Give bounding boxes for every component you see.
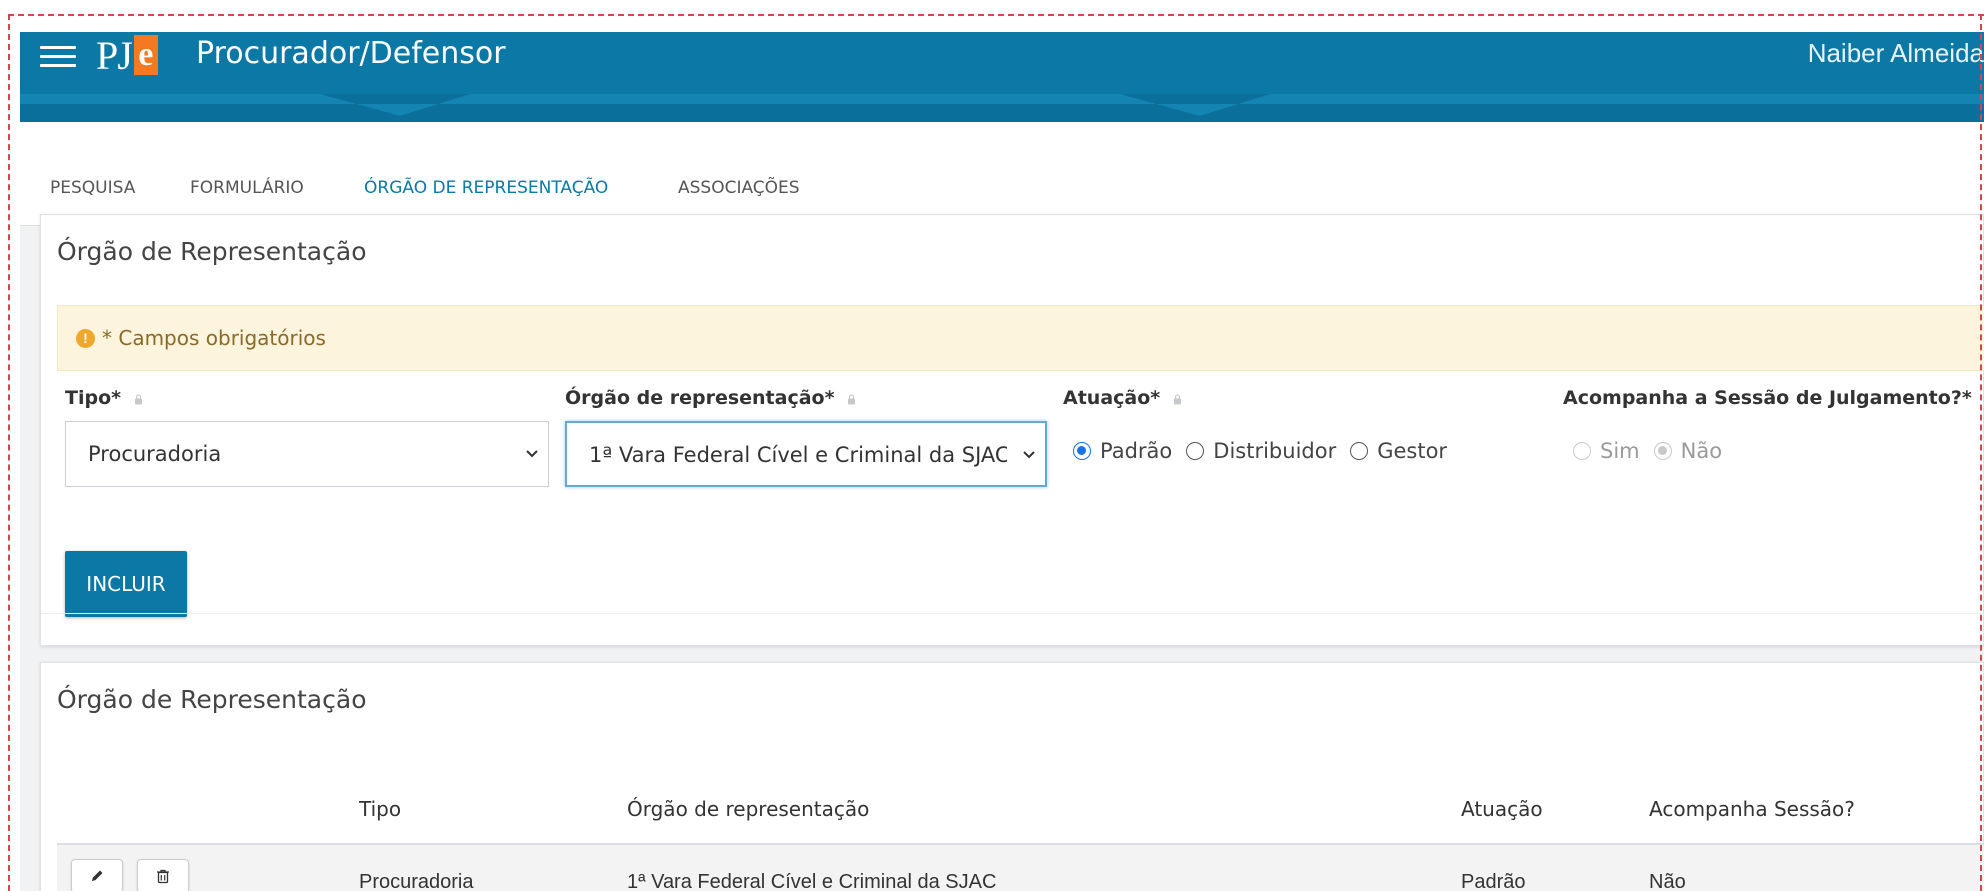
app-title: Procurador/Defensor (196, 36, 506, 71)
acompanha-label: Acompanha a Sessão de Julgamento?* (1563, 387, 1972, 409)
cell-orgao: 1ª Vara Federal Cível e Criminal da SJAC (627, 871, 997, 891)
chevron-down-icon (1023, 451, 1035, 459)
top-bar: PJ e Procurador/Defensor Naiber Almeida (20, 32, 1984, 122)
tab-pesquisa[interactable]: PESQUISA (50, 178, 135, 198)
table-row (57, 845, 1984, 891)
atuacao-gestor-radio[interactable]: Gestor (1350, 439, 1447, 463)
cell-atuacao: Padrão (1461, 871, 1526, 891)
acompanha-nao-radio: Não (1653, 439, 1722, 463)
tab-formulario[interactable]: FORMULÁRIO (190, 178, 304, 198)
cell-acompanha: Não (1649, 871, 1686, 891)
trash-icon (157, 869, 169, 884)
user-name[interactable]: Naiber Almeida (1808, 38, 1984, 69)
chevron-down-icon (526, 450, 538, 458)
pje-logo[interactable]: PJ e (96, 32, 158, 78)
edit-button[interactable] (71, 859, 123, 891)
form-panel: Órgão de Representação ! * Campos obriga… (40, 214, 1984, 646)
atuacao-label: Atuação* (1063, 387, 1182, 409)
orgao-select-value: 1ª Vara Federal Cível e Criminal da SJAC (589, 443, 1007, 467)
hamburger-menu-icon[interactable] (40, 40, 76, 74)
lock-icon (1173, 394, 1181, 405)
warning-icon: ! (76, 329, 95, 348)
atuacao-distribuidor-radio[interactable]: Distribuidor (1186, 439, 1336, 463)
form-panel-title: Órgão de Representação (57, 237, 367, 266)
delete-button[interactable] (137, 859, 189, 891)
cell-tipo: Procuradoria (359, 871, 474, 891)
required-fields-alert: ! * Campos obrigatórios (57, 305, 1984, 371)
atuacao-radio-group: Padrão Distribuidor Gestor (1073, 439, 1461, 463)
tab-bar: PESQUISA FORMULÁRIO ÓRGÃO DE REPRESENTAÇ… (20, 122, 1984, 226)
acompanha-sim-radio: Sim (1573, 439, 1640, 463)
lock-icon (848, 394, 856, 405)
header-decoration (20, 94, 1984, 122)
panel-divider (41, 613, 1983, 614)
tipo-select[interactable]: Procuradoria (65, 421, 549, 487)
tipo-label: Tipo* (65, 387, 143, 409)
lock-icon (134, 394, 142, 405)
tab-orgao-de-representacao[interactable]: ÓRGÃO DE REPRESENTAÇÃO (364, 178, 608, 198)
orgao-select[interactable]: 1ª Vara Federal Cível e Criminal da SJAC (565, 421, 1047, 487)
column-header-atuacao: Atuação (1461, 797, 1543, 821)
incluir-button[interactable]: INCLUIR (65, 551, 187, 617)
pencil-icon (92, 870, 103, 881)
table-panel: Órgão de Representação Tipo Órgão de rep… (40, 662, 1984, 891)
dashed-frame-right (1980, 14, 1982, 891)
column-header-tipo: Tipo (359, 797, 402, 821)
atuacao-padrao-radio[interactable]: Padrão (1073, 439, 1172, 463)
tab-associacoes[interactable]: ASSOCIAÇÕES (678, 178, 800, 198)
tipo-select-value: Procuradoria (88, 442, 222, 466)
app-window: PJ e Procurador/Defensor Naiber Almeida P… (20, 32, 1984, 891)
alert-text: * Campos obrigatórios (102, 326, 326, 350)
table-panel-title: Órgão de Representação (57, 685, 367, 714)
acompanha-radio-group: Sim Não (1573, 439, 1736, 463)
orgao-label: Órgão de representação* (565, 387, 856, 409)
column-header-acompanha: Acompanha Sessão? (1649, 797, 1855, 821)
column-header-orgao: Órgão de representação (627, 797, 870, 821)
